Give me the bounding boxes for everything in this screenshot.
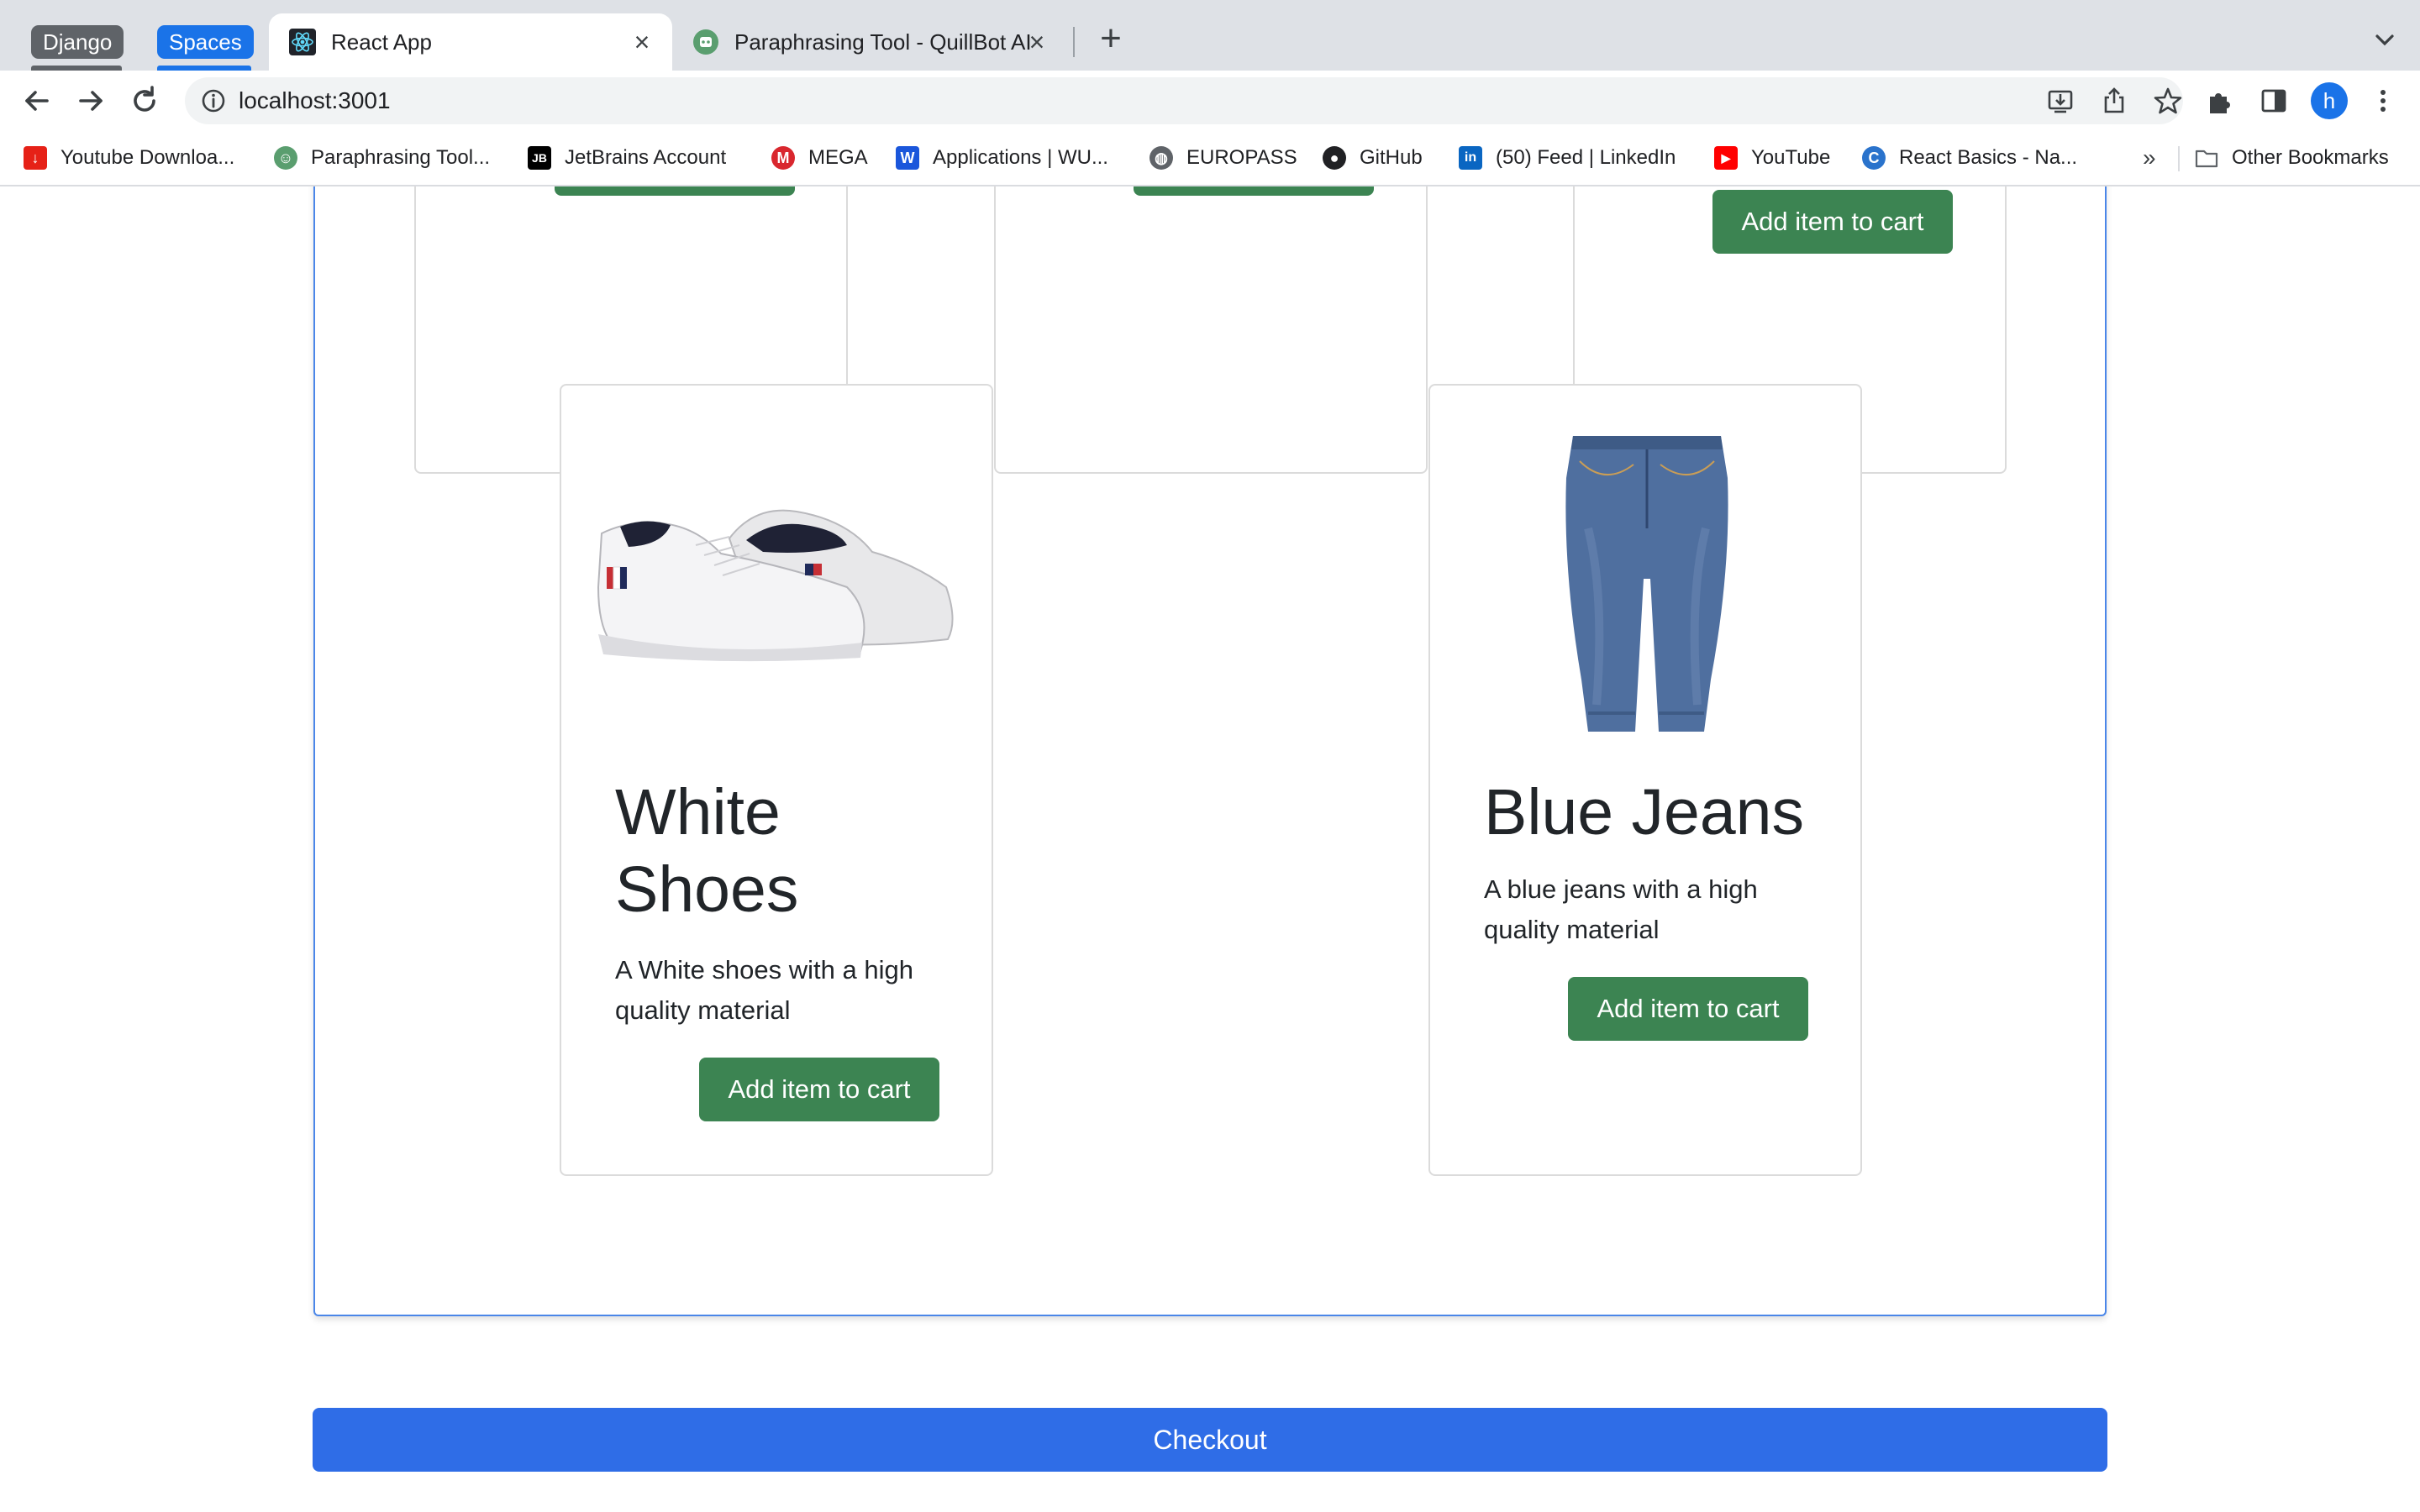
bookmarks-separator: [2178, 146, 2180, 171]
bookmark-github[interactable]: ● GitHub: [1323, 141, 1423, 175]
product-title: White: [615, 776, 781, 848]
product-description: A blue jeans with a high: [1484, 874, 1758, 904]
tab-group-spaces[interactable]: Spaces: [157, 25, 254, 59]
product-card-white-shoes: White Shoes A White shoes with a high qu…: [560, 384, 993, 1176]
bookmark-label: Applications | WU...: [933, 146, 1108, 169]
profile-avatar[interactable]: h: [2311, 82, 2348, 119]
product-description: quality material: [1484, 915, 1660, 944]
bookmark-other-bookmarks[interactable]: Other Bookmarks: [2195, 141, 2389, 175]
info-icon[interactable]: [200, 87, 227, 114]
bookmark-label: Paraphrasing Tool...: [311, 146, 491, 169]
folder-icon: [2195, 150, 2218, 168]
quillbot-icon: [693, 29, 718, 55]
bookmark-mega[interactable]: M MEGA: [771, 141, 868, 175]
close-tab-icon[interactable]: ×: [627, 27, 657, 57]
bookmark-label: Other Bookmarks: [2232, 146, 2389, 169]
url-text[interactable]: localhost:3001: [239, 77, 391, 124]
bookmark-label: YouTube: [1751, 146, 1831, 169]
tab-title: Paraphrasing Tool - QuillBot AI: [734, 29, 1032, 55]
tab-group-django[interactable]: Django: [31, 25, 124, 59]
product-description: quality material: [615, 995, 791, 1025]
wu-icon: W: [896, 146, 919, 170]
sneaker-image: [597, 509, 954, 662]
product-title: Blue Jeans: [1484, 776, 1804, 848]
react-icon: [289, 29, 316, 55]
bookmark-applications-wu[interactable]: W Applications | WU...: [896, 141, 1108, 175]
add-to-cart-button[interactable]: Add item to cart: [1134, 186, 1374, 196]
jetbrains-icon: JB: [528, 146, 551, 170]
bookmark-label: EUROPASS: [1186, 146, 1297, 169]
install-app-icon[interactable]: [2045, 86, 2075, 116]
coursera-icon: C: [1862, 146, 1886, 170]
tab-react-app[interactable]: React App ×: [269, 13, 672, 71]
page-viewport: Add item to cart Add item to cart Add it…: [0, 186, 2420, 1512]
add-to-cart-button[interactable]: Add item to cart: [699, 1058, 939, 1121]
chevron-down-icon[interactable]: [2368, 24, 2402, 57]
add-to-cart-button[interactable]: Add item to cart: [555, 186, 795, 196]
tab-title: React App: [331, 29, 432, 55]
new-tab-icon[interactable]: +: [1092, 20, 1129, 59]
bookmark-label: React Basics - Na...: [1899, 146, 2078, 169]
jeans-image: [1565, 436, 1728, 732]
add-to-cart-button[interactable]: Add item to cart: [1712, 190, 1953, 254]
globe-icon: ◍: [1150, 146, 1173, 170]
star-icon[interactable]: [2153, 86, 2183, 116]
bookmark-europass[interactable]: ◍ EUROPASS: [1150, 141, 1297, 175]
bookmark-label: MEGA: [808, 146, 868, 169]
youtube-downloader-icon: ↓: [24, 146, 47, 170]
product-card-blue-jeans: Blue Jeans A blue jeans with a high qual…: [1428, 384, 1862, 1176]
forward-arrow-icon[interactable]: [72, 82, 109, 119]
bookmark-label: Youtube Downloa...: [60, 146, 235, 169]
bookmark-jetbrains[interactable]: JB JetBrains Account: [528, 141, 726, 175]
product-card: Add item to cart: [994, 186, 1428, 474]
tab-separator: [1073, 27, 1075, 57]
bookmark-label: JetBrains Account: [565, 146, 727, 169]
extensions-icon[interactable]: [2205, 86, 2235, 116]
bookmarks-bar: ↓ Youtube Downloa... ☺ Paraphrasing Tool…: [0, 131, 2420, 186]
reload-icon[interactable]: [126, 82, 163, 119]
product-description: A White shoes with a high: [615, 955, 913, 984]
linkedin-icon: in: [1459, 146, 1482, 170]
share-icon[interactable]: [2099, 86, 2129, 116]
tab-quillbot[interactable]: Paraphrasing Tool - QuillBot AI ×: [672, 13, 1067, 71]
bookmark-react-basics[interactable]: C React Basics - Na...: [1862, 141, 2077, 175]
menu-dots-icon[interactable]: [2368, 86, 2398, 116]
bookmark-youtube-downloader[interactable]: ↓ Youtube Downloa...: [24, 141, 234, 175]
github-icon: ●: [1323, 146, 1346, 170]
close-tab-icon[interactable]: ×: [1022, 27, 1052, 57]
browser-toolbar: localhost:3001 h: [0, 71, 2420, 131]
bookmarks-overflow-button[interactable]: »: [2143, 141, 2156, 175]
bookmark-linkedin[interactable]: in (50) Feed | LinkedIn: [1459, 141, 1676, 175]
bookmark-paraphrasing-tool[interactable]: ☺ Paraphrasing Tool...: [274, 141, 490, 175]
tab-strip: Django Spaces React App × Paraphrasing T…: [0, 0, 2420, 71]
product-list-container: Add item to cart Add item to cart Add it…: [313, 186, 2107, 1316]
quillbot-icon: ☺: [274, 146, 297, 170]
product-title: Shoes: [615, 853, 799, 926]
add-to-cart-button[interactable]: Add item to cart: [1568, 977, 1808, 1041]
bookmark-label: (50) Feed | LinkedIn: [1496, 146, 1676, 169]
bookmark-youtube[interactable]: ▶ YouTube: [1714, 141, 1830, 175]
mega-icon: M: [771, 146, 795, 170]
bookmark-label: GitHub: [1360, 146, 1423, 169]
back-arrow-icon[interactable]: [18, 82, 55, 119]
checkout-button[interactable]: Checkout: [313, 1408, 2107, 1472]
address-bar[interactable]: localhost:3001: [185, 77, 2183, 124]
side-panel-icon[interactable]: [2259, 86, 2289, 116]
youtube-icon: ▶: [1714, 146, 1738, 170]
